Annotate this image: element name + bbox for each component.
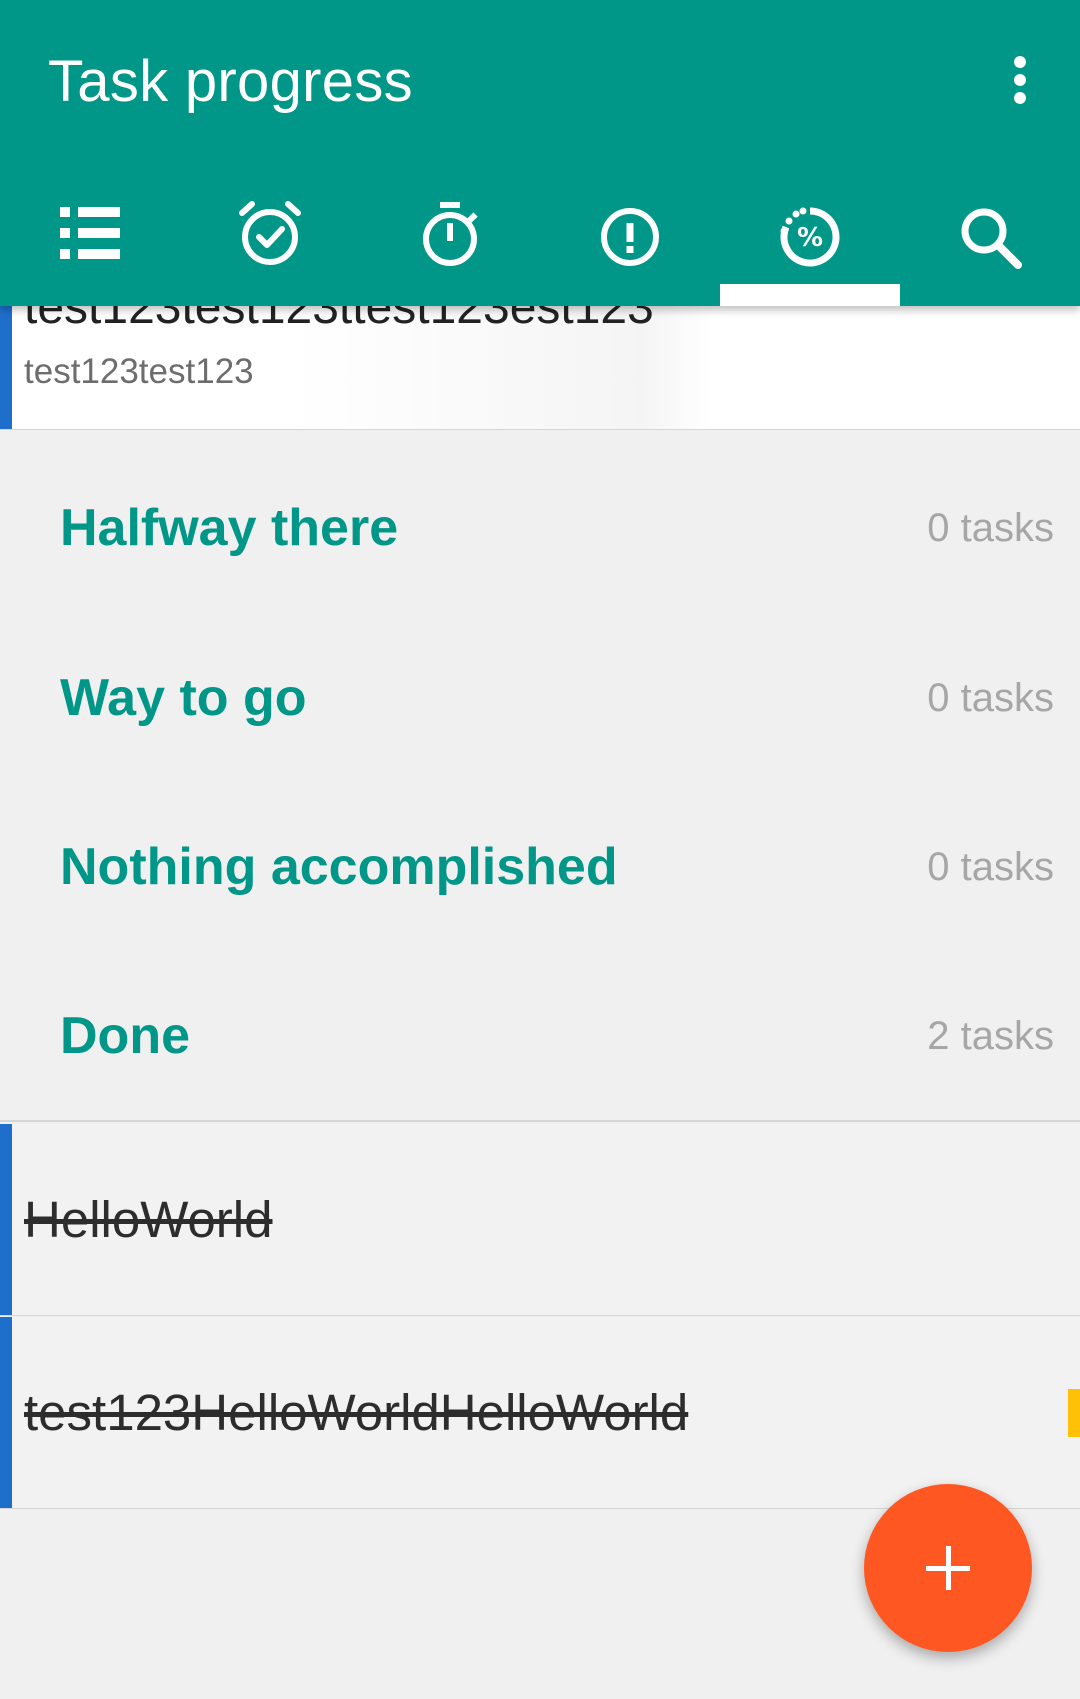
task-row[interactable]: HelloWorld <box>0 1124 1080 1316</box>
alarm-check-icon <box>239 201 301 265</box>
search-icon <box>961 208 1022 269</box>
task-color-bar <box>0 1317 12 1508</box>
tab-reminders[interactable] <box>180 180 360 306</box>
stopwatch-icon <box>423 202 478 266</box>
svg-text:%: % <box>797 223 823 253</box>
overflow-menu-button[interactable] <box>1000 52 1040 108</box>
add-task-button[interactable] <box>864 1484 1032 1652</box>
progress-percent-icon: % <box>780 207 840 267</box>
section-count: 0 tasks <box>927 505 1054 550</box>
section-nothing-accomplished[interactable]: Nothing accomplished 0 tasks <box>0 783 1080 951</box>
section-halfway-there[interactable]: Halfway there 0 tasks <box>0 444 1080 612</box>
more-vert-dot <box>1014 92 1026 104</box>
app-screen: test123test123ttest123est123 test123test… <box>0 0 1080 1699</box>
task-subtitle: test123test123 <box>24 352 254 391</box>
alert-circle-icon <box>601 208 659 266</box>
app-bar: Task progress % <box>0 0 1080 306</box>
section-count: 2 tasks <box>927 1013 1054 1058</box>
section-way-to-go[interactable]: Way to go 0 tasks <box>0 614 1080 782</box>
tab-progress[interactable]: % <box>720 180 900 306</box>
task-row[interactable]: test123HelloWorldHelloWorld <box>0 1317 1080 1509</box>
plus-icon <box>926 1546 970 1590</box>
section-title: Way to go <box>60 669 307 727</box>
list-divider <box>0 1120 1080 1122</box>
more-vert-icon <box>1014 56 1026 68</box>
tab-bar: % <box>0 180 1080 306</box>
section-title: Done <box>60 1007 190 1065</box>
tab-priority[interactable] <box>540 180 720 306</box>
section-count: 0 tasks <box>927 844 1054 889</box>
section-done[interactable]: Done 2 tasks <box>0 952 1080 1120</box>
section-title: Halfway there <box>60 499 399 557</box>
active-tab-indicator <box>720 284 900 306</box>
task-name: HelloWorld <box>24 1191 273 1248</box>
tab-search[interactable] <box>900 180 1080 306</box>
task-name: test123HelloWorldHelloWorld <box>24 1384 689 1441</box>
section-title: Nothing accomplished <box>60 838 618 896</box>
priority-bar <box>1068 1388 1080 1437</box>
page-title: Task progress <box>48 49 413 114</box>
task-color-bar <box>0 1124 12 1315</box>
more-vert-dot <box>1014 74 1026 86</box>
tab-all-tasks[interactable] <box>0 180 180 306</box>
list-icon <box>60 207 120 259</box>
tab-timer[interactable] <box>360 180 540 306</box>
priority-indicator <box>1068 1317 1080 1508</box>
section-count: 0 tasks <box>927 675 1054 720</box>
